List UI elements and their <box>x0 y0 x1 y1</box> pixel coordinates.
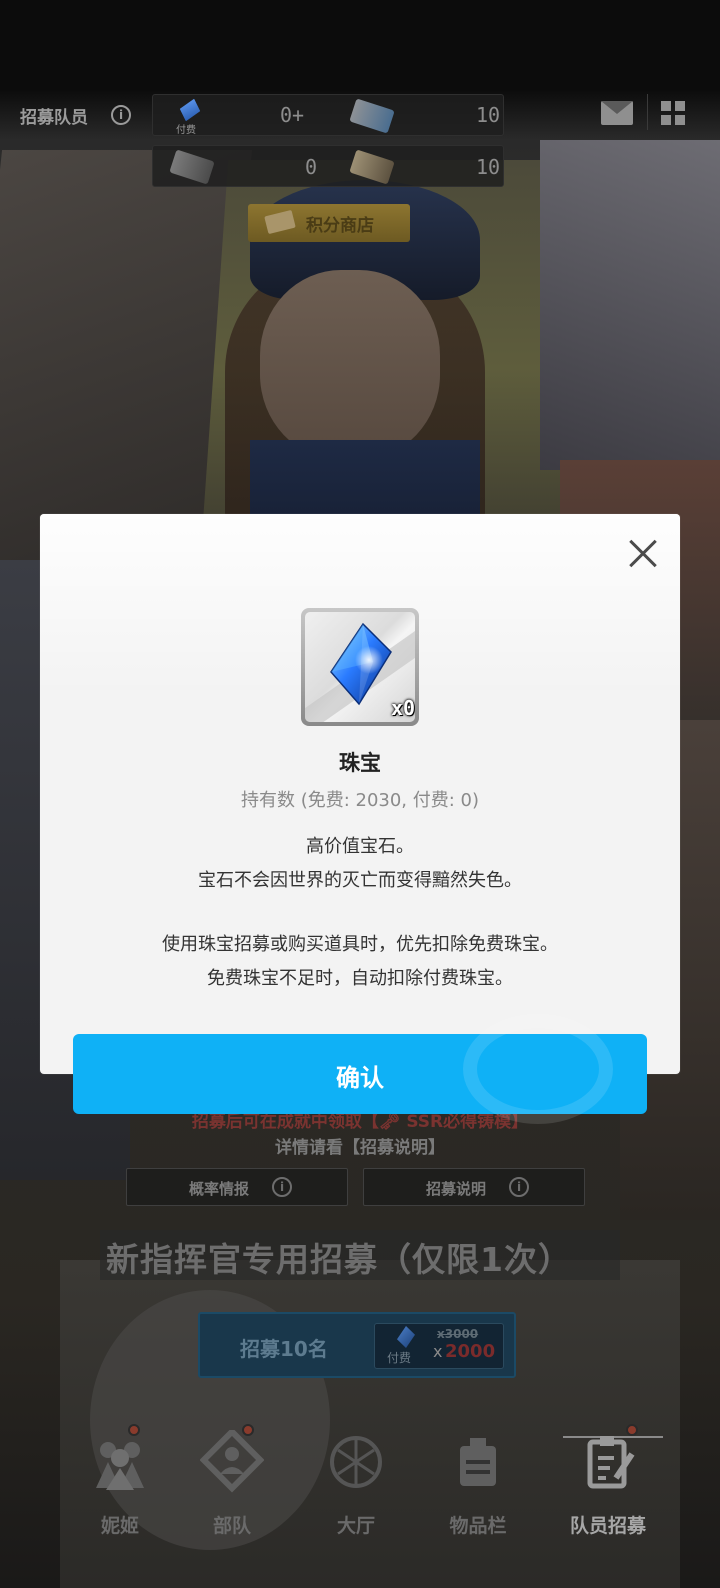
item-description-line: 使用珠宝招募或购买道具时，优先扣除免费珠宝。 <box>162 934 558 955</box>
character-face <box>260 270 440 460</box>
paid-gem-icon <box>397 1326 415 1348</box>
nikke-icon <box>96 1442 144 1490</box>
item-description-line: 免费珠宝不足时，自动扣除付费珠宝。 <box>207 968 513 989</box>
nav-item-inventory[interactable]: 物品栏 <box>408 1410 548 1550</box>
banner-title-text: 新指挥官专用招募（仅限1次） <box>106 1240 572 1279</box>
info-icon: i <box>509 1177 529 1197</box>
divider <box>647 94 648 130</box>
banner-title: 新指挥官专用招募（仅限1次） <box>100 1230 620 1280</box>
recruit-cost: 付费 x3000 x 2000 <box>374 1323 504 1369</box>
paid-gem-tag: 付费 <box>176 125 196 136</box>
recruit-10-label: 招募10名 <box>240 1337 328 1361</box>
character-panel-right <box>540 140 720 470</box>
ticket-icon <box>264 209 296 235</box>
nav-item-lobby[interactable]: 大厅 <box>286 1410 426 1550</box>
item-held-count: 持有数 (免费: 2030, 付费: 0) <box>240 790 480 811</box>
nav-label: 物品栏 <box>449 1515 507 1537</box>
points-shop-label: 积分商店 <box>306 216 374 236</box>
lobby-icon <box>330 1436 382 1488</box>
item-description-line: 宝石不会因世界的灭亡而变得黯然失色。 <box>198 870 522 891</box>
discounted-cost: 2000 <box>445 1341 496 1362</box>
cost-prefix: x <box>433 1342 443 1361</box>
voucher-ticket-count: 10 <box>476 155 501 179</box>
item-quantity: x0 <box>391 696 415 720</box>
currency-row-1 <box>152 94 504 136</box>
info-icon[interactable]: i <box>111 105 131 125</box>
squad-icon <box>200 1430 264 1493</box>
item-icon-background: x0 <box>305 612 415 722</box>
item-icon-frame: x0 <box>301 608 419 726</box>
paid-gem-count[interactable]: 0+ <box>280 103 304 127</box>
gem-crystal-icon <box>330 622 392 706</box>
page-title: 招募队员 <box>20 108 88 128</box>
bottom-nav: 妮姬 部队 大厅 物品栏 队员招募 <box>0 1410 720 1588</box>
recruit-10-button[interactable]: 招募10名 付费 x3000 x 2000 <box>198 1312 516 1378</box>
item-name: 珠宝 <box>339 751 381 775</box>
notification-dot <box>626 1424 638 1436</box>
normal-ticket-count: 0 <box>305 155 318 179</box>
notification-dot <box>128 1424 140 1436</box>
paid-tag: 付费 <box>387 1351 412 1365</box>
nav-label: 部队 <box>212 1515 251 1537</box>
notification-dot <box>242 1424 254 1436</box>
inventory-icon <box>460 1438 496 1486</box>
mail-icon[interactable] <box>601 101 633 125</box>
points-shop-button[interactable]: 积分商店 <box>248 204 410 242</box>
confirm-button[interactable]: 确认 <box>73 1014 647 1124</box>
recruit-info-label: 招募说明 <box>426 1180 487 1198</box>
original-cost: x3000 <box>437 1327 479 1341</box>
item-description-line: 高价值宝石。 <box>306 836 414 857</box>
nav-label: 队员招募 <box>569 1515 646 1537</box>
nav-label: 大厅 <box>336 1515 375 1537</box>
menu-grid-icon[interactable] <box>661 101 685 125</box>
recruit-icon <box>587 1436 635 1489</box>
rate-info-label: 概率情报 <box>189 1180 250 1198</box>
confirm-label: 确认 <box>336 1064 384 1092</box>
close-icon[interactable] <box>622 532 664 574</box>
rate-info-button[interactable]: 概率情报 i <box>126 1168 348 1206</box>
recruit-info-button[interactable]: 招募说明 i <box>363 1168 585 1206</box>
item-detail-modal: x0 珠宝 持有数 (免费: 2030, 付费: 0) 高价值宝石。 宝石不会因… <box>40 514 680 1074</box>
details-note: 详情请看【招募说明】 <box>275 1138 445 1158</box>
advanced-ticket-count: 10 <box>476 103 501 127</box>
nav-item-squad[interactable]: 部队 <box>162 1410 302 1550</box>
nav-item-recruit[interactable]: 队员招募 <box>538 1410 678 1550</box>
info-icon: i <box>272 1177 292 1197</box>
